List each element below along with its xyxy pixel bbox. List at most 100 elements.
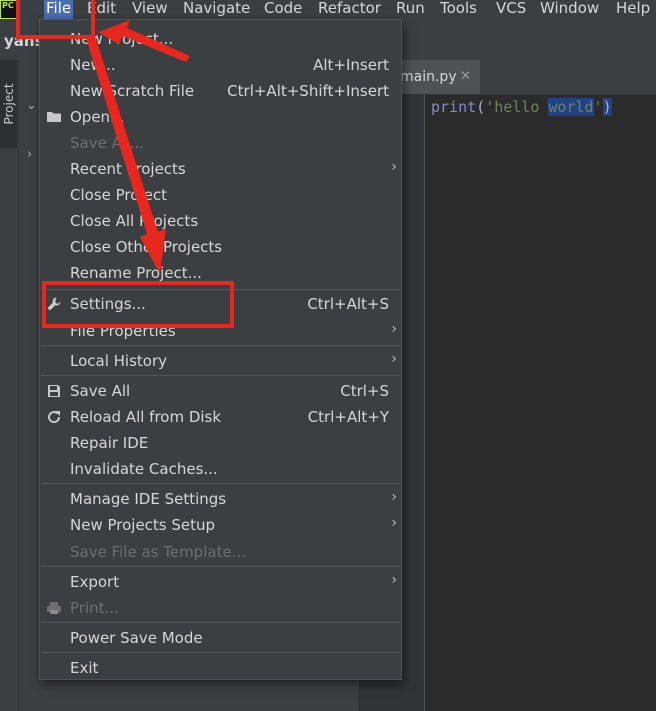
menu-refactor[interactable]: Refactor [316, 0, 383, 19]
project-name[interactable]: yans [4, 32, 44, 50]
menu-item-label: Open... [70, 108, 125, 126]
menu-item-label: Manage IDE Settings [70, 490, 227, 508]
menu-bar: PC File Edit View Navigate Code Refactor… [0, 0, 656, 20]
menu-item-label: Save As... [70, 134, 144, 152]
menu-code[interactable]: Code [262, 0, 304, 19]
menu-item-label: New Project... [70, 30, 174, 48]
menu-separator [41, 289, 400, 290]
menu-item-label: New Scratch File [70, 82, 195, 100]
menu-item-close-other-projects[interactable]: Close Other Projects [40, 234, 401, 260]
menu-item-file-properties[interactable]: File Properties › [40, 318, 401, 344]
submenu-arrow-icon: › [391, 159, 397, 175]
submenu-arrow-icon: › [391, 572, 397, 588]
menu-item-label: New... [70, 56, 116, 74]
menu-separator [41, 483, 400, 484]
menu-item-shortcut: Ctrl+S [340, 382, 389, 400]
menu-item-close-all-projects[interactable]: Close All Projects [40, 208, 401, 234]
editor-tab-bar: main.py ✕ [360, 60, 656, 95]
expand-arrow-icon[interactable]: ⌄ [26, 98, 37, 113]
menu-item-power-save-mode[interactable]: Power Save Mode [40, 625, 401, 651]
menu-tools[interactable]: Tools [438, 0, 479, 19]
code-line[interactable]: print('hello world') [431, 98, 612, 116]
menu-item-label: Recent Projects [70, 160, 186, 178]
menu-window[interactable]: Window [538, 0, 601, 19]
menu-item-rename-project[interactable]: Rename Project... [40, 260, 401, 286]
collapse-arrow-icon[interactable]: › [27, 147, 32, 162]
tab-label: main.py [400, 69, 457, 85]
menu-item-settings[interactable]: Settings... Ctrl+Alt+S [40, 291, 401, 317]
folder-icon [46, 109, 62, 125]
menu-item-open[interactable]: Open... [40, 104, 401, 130]
menu-item-label: Close Other Projects [70, 238, 223, 256]
menu-separator [41, 622, 400, 623]
menu-item-export[interactable]: Export › [40, 569, 401, 595]
menu-item-label: Settings... [70, 295, 146, 313]
menu-help[interactable]: Help [614, 0, 652, 19]
menu-separator [41, 375, 400, 376]
menu-item-new-scratch-file[interactable]: New Scratch File Ctrl+Alt+Shift+Insert [40, 78, 401, 104]
code-paren-open: ( [476, 98, 486, 116]
submenu-arrow-icon: › [391, 321, 397, 337]
menu-separator [41, 566, 400, 567]
printer-icon [46, 600, 62, 616]
menu-edit[interactable]: Edit [85, 0, 118, 19]
menu-navigate[interactable]: Navigate [181, 0, 252, 19]
menu-item-new-projects-setup[interactable]: New Projects Setup › [40, 512, 401, 538]
menu-view[interactable]: View [130, 0, 170, 19]
menu-item-shortcut: Ctrl+Alt+Shift+Insert [227, 82, 389, 100]
menu-item-new-project[interactable]: New Project... [40, 26, 401, 52]
menu-separator [41, 652, 400, 653]
menu-item-manage-ide-settings[interactable]: Manage IDE Settings › [40, 486, 401, 512]
menu-item-close-project[interactable]: Close Project [40, 182, 401, 208]
project-tool-tab-label: Project [2, 83, 16, 125]
wrench-icon [46, 296, 62, 312]
menu-item-print: Print... [40, 595, 401, 621]
menu-item-label: Reload All from Disk [70, 408, 222, 426]
menu-item-invalidate-caches[interactable]: Invalidate Caches... [40, 456, 401, 482]
menu-run[interactable]: Run [394, 0, 427, 19]
menu-separator [41, 345, 400, 346]
menu-item-shortcut: Alt+Insert [313, 56, 389, 74]
menu-item-label: New Projects Setup [70, 516, 216, 534]
code-string-c: ' [593, 98, 603, 116]
menu-item-save-as: Save As... [40, 130, 401, 156]
menu-item-new[interactable]: New... Alt+Insert [40, 52, 401, 78]
code-string-selected: world [548, 98, 594, 116]
menu-item-reload-all-from-disk[interactable]: Reload All from Disk Ctrl+Alt+Y [40, 404, 401, 430]
submenu-arrow-icon: › [391, 515, 397, 531]
menu-item-label: Exit [70, 659, 99, 677]
menu-item-label: Export [70, 573, 120, 591]
menu-item-label: Save All [70, 382, 131, 400]
menu-item-label: Close Project [70, 186, 167, 204]
menu-item-label: Print... [70, 599, 119, 617]
menu-item-shortcut: Ctrl+Alt+Y [307, 408, 389, 426]
menu-file[interactable]: File [44, 0, 74, 19]
menu-item-label: Save File as Template... [70, 543, 246, 561]
menu-item-label: Repair IDE [70, 434, 149, 452]
file-menu-dropdown: New Project... New... Alt+Insert New Scr… [39, 19, 402, 680]
tool-window-strip [0, 60, 19, 711]
submenu-arrow-icon: › [391, 489, 397, 505]
menu-item-save-all[interactable]: Save All Ctrl+S [40, 378, 401, 404]
menu-item-label: File Properties [70, 322, 176, 340]
menu-item-local-history[interactable]: Local History › [40, 348, 401, 374]
menu-item-label: Rename Project... [70, 264, 202, 282]
project-tool-tab[interactable]: Project [0, 60, 17, 148]
menu-item-label: Close All Projects [70, 212, 199, 230]
code-paren-close: ) [602, 98, 612, 116]
code-function: print [431, 98, 477, 116]
menu-item-recent-projects[interactable]: Recent Projects › [40, 156, 401, 182]
menu-vcs[interactable]: VCS [494, 0, 528, 19]
tab-close-icon[interactable]: ✕ [460, 60, 471, 94]
submenu-arrow-icon: › [391, 351, 397, 367]
menu-item-label: Invalidate Caches... [70, 460, 218, 478]
code-string-a: 'hello [485, 98, 549, 116]
save-icon [46, 383, 62, 399]
menu-item-label: Power Save Mode [70, 629, 203, 647]
menu-item-repair-ide[interactable]: Repair IDE [40, 430, 401, 456]
menu-item-label: Local History [70, 352, 168, 370]
menu-item-save-file-as-template: Save File as Template... [40, 539, 401, 565]
menu-item-exit[interactable]: Exit [40, 655, 401, 681]
reload-icon [46, 409, 62, 425]
menu-item-shortcut: Ctrl+Alt+S [307, 295, 389, 313]
